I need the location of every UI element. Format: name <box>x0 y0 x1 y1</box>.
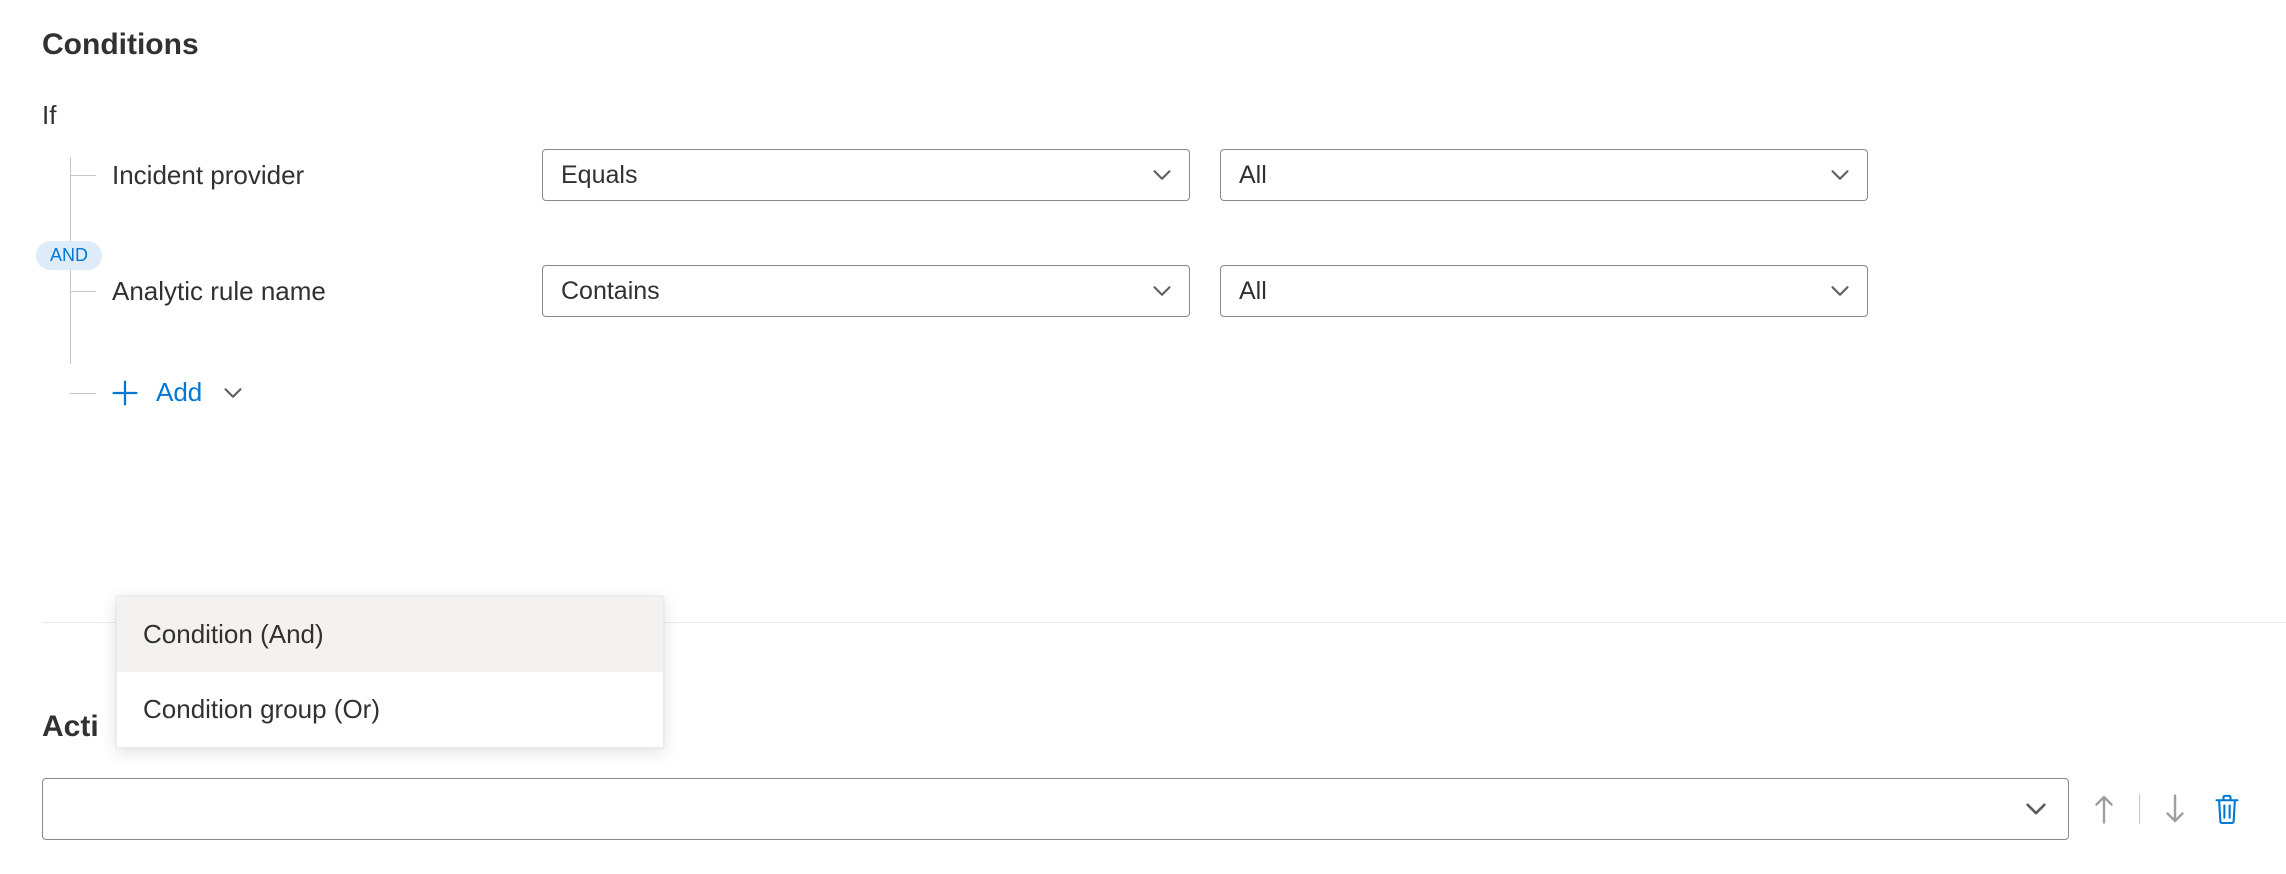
separator <box>2139 794 2140 824</box>
arrow-up-icon <box>2091 794 2117 824</box>
value-select[interactable]: All <box>1220 149 1868 201</box>
action-row <box>42 778 2244 840</box>
actions-heading: Acti <box>42 710 99 744</box>
arrow-down-icon <box>2162 794 2188 824</box>
if-label: If <box>42 100 2244 131</box>
operator-select-value: Contains <box>561 277 660 306</box>
chevron-down-icon <box>1153 166 1171 184</box>
value-select-value: All <box>1239 277 1267 306</box>
plus-icon <box>112 380 138 406</box>
action-select[interactable] <box>42 778 2069 840</box>
chevron-down-icon <box>1831 166 1849 184</box>
operator-select[interactable]: Contains <box>542 265 1190 317</box>
tree-branch <box>70 175 96 176</box>
tree-branch <box>70 393 96 394</box>
condition-row: Incident provider Equals All <box>72 149 2244 201</box>
add-menu-condition-and[interactable]: Condition (And) <box>117 597 663 672</box>
chevron-down-icon <box>1153 282 1171 300</box>
delete-button[interactable] <box>2210 792 2244 826</box>
add-menu-condition-group-or[interactable]: Condition group (Or) <box>117 672 663 747</box>
conditions-heading: Conditions <box>42 28 2244 62</box>
add-condition-row: Add <box>72 377 2244 408</box>
add-button-label: Add <box>156 377 202 408</box>
add-button[interactable]: Add <box>112 377 242 408</box>
operator-select-value: Equals <box>561 161 637 190</box>
operator-select[interactable]: Equals <box>542 149 1190 201</box>
value-select[interactable]: All <box>1220 265 1868 317</box>
condition-row: Analytic rule name Contains All <box>72 265 2244 317</box>
condition-property-label: Incident provider <box>72 160 512 191</box>
tree-branch <box>70 291 96 292</box>
condition-property-label: Analytic rule name <box>72 276 512 307</box>
chevron-down-icon <box>224 384 242 402</box>
move-down-button[interactable] <box>2158 792 2192 826</box>
and-pill: AND <box>36 241 102 270</box>
chevron-down-icon <box>2026 799 2046 819</box>
chevron-down-icon <box>1831 282 1849 300</box>
conditions-block: AND Incident provider Equals All Analyti… <box>42 149 2244 408</box>
value-select-value: All <box>1239 161 1267 190</box>
trash-icon <box>2213 793 2241 825</box>
add-dropdown-menu: Condition (And) Condition group (Or) <box>116 596 664 748</box>
move-up-button[interactable] <box>2087 792 2121 826</box>
